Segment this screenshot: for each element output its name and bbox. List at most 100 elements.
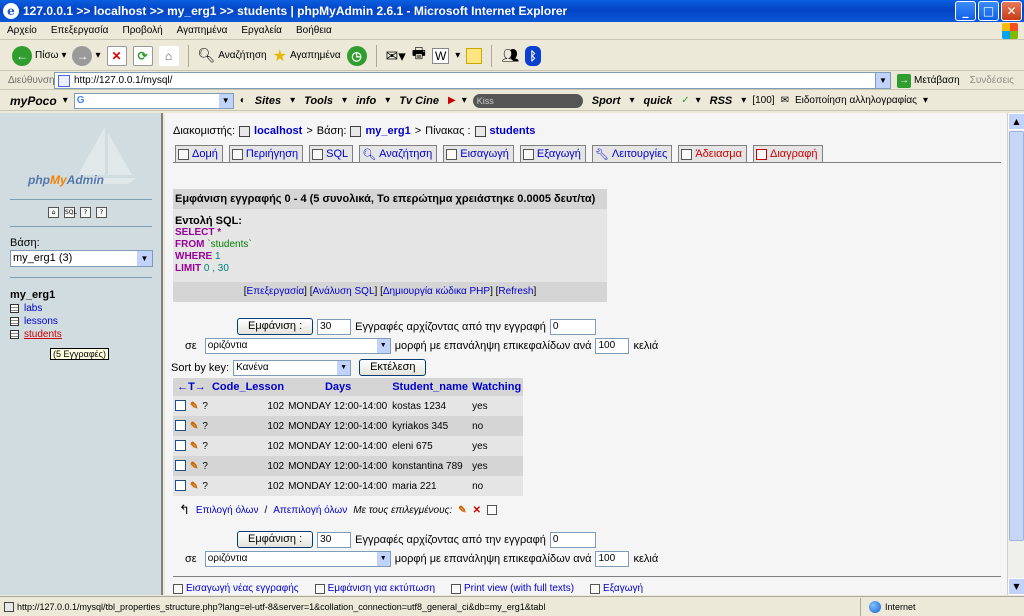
minimize-button[interactable]: _: [955, 1, 976, 21]
search-dropdown-icon[interactable]: ▼: [218, 93, 233, 108]
menu-edit[interactable]: Επεξεργασία: [44, 25, 116, 36]
deselect-all-link[interactable]: Απεπιλογή όλων: [273, 505, 347, 516]
edit-pencil-icon[interactable]: ✎: [190, 401, 198, 412]
favorites-button[interactable]: ★ Αγαπημένα: [273, 46, 341, 66]
menu-file[interactable]: Αρχείο: [0, 25, 44, 36]
export-selected-icon[interactable]: [487, 505, 497, 515]
delete-icon[interactable]: ?: [200, 456, 210, 476]
column-header-student-name[interactable]: Student_name: [390, 378, 471, 396]
history-button[interactable]: ◷: [346, 45, 367, 66]
scroll-down-icon[interactable]: ▼: [1008, 578, 1024, 595]
column-header-code-lesson[interactable]: Code_Lesson: [209, 378, 287, 396]
delete-icon[interactable]: ?: [200, 436, 210, 456]
tab-browse[interactable]: Περιήγηση: [228, 145, 304, 162]
sport-menu[interactable]: Sport: [589, 95, 624, 107]
breadcrumb-table[interactable]: students: [490, 125, 536, 137]
tab-empty[interactable]: Άδειασμα: [678, 145, 748, 162]
edit-pencil-icon[interactable]: ✎: [190, 461, 198, 472]
select-all-link[interactable]: Επιλογή όλων: [196, 505, 259, 516]
create-php-link[interactable]: Δημιουργία κώδικα PHP: [383, 286, 490, 297]
edit-pencil-icon[interactable]: ✎: [190, 421, 198, 432]
google-search-input[interactable]: G ▼: [73, 92, 234, 109]
repeat-headers-input[interactable]: 100: [595, 338, 630, 354]
database-name[interactable]: my_erg1: [10, 289, 55, 301]
menu-help[interactable]: Βοήθεια: [289, 25, 339, 36]
row-checkbox[interactable]: [175, 460, 186, 472]
globe-icon[interactable]: ◐: [240, 95, 246, 106]
row-checkbox[interactable]: [175, 420, 186, 432]
quick-menu[interactable]: quick: [641, 95, 676, 107]
address-input[interactable]: http://127.0.0.1/mysql/ ▼: [54, 72, 891, 89]
vertical-scrollbar[interactable]: ▲ ▼: [1007, 113, 1024, 595]
column-arrows-header[interactable]: ←T→: [173, 378, 210, 396]
scroll-thumb[interactable]: [1009, 131, 1024, 541]
tab-sql[interactable]: SQL: [309, 145, 354, 162]
database-select[interactable]: my_erg1 (3) ▼: [10, 250, 153, 267]
column-header-watching[interactable]: Watching: [470, 378, 524, 396]
repeat-headers-input-bottom[interactable]: 100: [595, 551, 630, 567]
row-checkbox[interactable]: [175, 440, 186, 452]
start-row-input-bottom[interactable]: 0: [549, 531, 596, 548]
radio-player[interactable]: Kiss: [472, 93, 583, 108]
column-header-days[interactable]: Days: [286, 378, 391, 396]
tab-search[interactable]: 🔍︎ Αναζήτηση: [359, 145, 438, 162]
address-dropdown-icon[interactable]: ▼: [875, 73, 890, 88]
tvcine-menu[interactable]: Tv Cine: [396, 95, 442, 107]
row-checkbox[interactable]: [175, 400, 186, 412]
tab-structure[interactable]: Δομή: [175, 145, 223, 162]
mypoco-logo[interactable]: myPoco: [10, 94, 57, 108]
sort-key-select[interactable]: Κανένα ▼: [233, 359, 352, 376]
edit-button[interactable]: W: [431, 47, 450, 64]
row-checkbox[interactable]: [175, 480, 186, 492]
menu-favorites[interactable]: Αγαπημένα: [170, 25, 235, 36]
forward-button[interactable]: → ▾: [72, 45, 101, 66]
maximize-button[interactable]: □: [978, 1, 999, 21]
menu-tools[interactable]: Εργαλεία: [234, 25, 289, 36]
show-button-bottom[interactable]: Εμφάνιση :: [237, 531, 314, 548]
messenger-button[interactable]: 👥︎: [501, 47, 519, 64]
start-row-input[interactable]: 0: [549, 318, 596, 335]
phpmyadmin-logo[interactable]: phpMyAdmin: [28, 173, 104, 187]
rss-menu[interactable]: RSS: [707, 95, 736, 107]
close-button[interactable]: ✕: [1001, 1, 1022, 21]
tab-drop[interactable]: Διαγραφή: [753, 145, 823, 162]
print-view-link[interactable]: Εμφάνιση για εκτύπωση: [314, 583, 435, 594]
breadcrumb-database[interactable]: my_erg1: [365, 125, 410, 137]
breadcrumb-server[interactable]: localhost: [254, 125, 302, 137]
show-button[interactable]: Εμφάνιση :: [237, 318, 314, 335]
refresh-button[interactable]: ⟳: [132, 45, 153, 66]
sql-query-icon[interactable]: SQL: [64, 207, 77, 218]
sites-menu[interactable]: Sites: [252, 95, 284, 107]
sql-docs-icon[interactable]: ?: [96, 207, 107, 218]
edit-pencil-icon[interactable]: ✎: [190, 481, 198, 492]
scroll-up-icon[interactable]: ▲: [1008, 113, 1024, 130]
tools-menu[interactable]: Tools: [301, 95, 336, 107]
sidebar-table-students[interactable]: students: [10, 328, 62, 341]
print-button[interactable]: 🖶︎: [412, 43, 426, 68]
execute-button[interactable]: Εκτέλεση: [359, 359, 427, 376]
home-icon[interactable]: ⌂: [48, 207, 59, 218]
delete-selected-icon[interactable]: ✕: [473, 505, 481, 516]
edit-query-link[interactable]: Επεξεργασία: [247, 286, 305, 297]
tab-insert[interactable]: Εισαγωγή: [443, 145, 514, 162]
edit-pencil-icon[interactable]: ✎: [190, 441, 198, 452]
tab-export[interactable]: Εξαγωγή: [519, 145, 586, 162]
delete-icon[interactable]: ?: [200, 416, 210, 436]
bluetooth-icon[interactable]: ᛒ: [525, 45, 542, 66]
refresh-link[interactable]: Refresh: [498, 286, 533, 297]
rows-input[interactable]: 30: [317, 318, 352, 335]
mail-button[interactable]: ✉▾: [386, 47, 406, 65]
back-button[interactable]: ← Πίσω ▾: [12, 45, 66, 66]
display-mode-select-bottom[interactable]: οριζόντια ▼: [204, 551, 391, 567]
export-link[interactable]: Εξαγωγή: [590, 583, 643, 594]
info-menu[interactable]: info: [353, 95, 379, 107]
delete-icon[interactable]: ?: [200, 396, 210, 416]
sidebar-table-labs[interactable]: labs: [10, 302, 62, 315]
mail-notify-button[interactable]: Ειδοποίηση αλληλογραφίας: [795, 95, 917, 106]
discuss-button[interactable]: [466, 47, 483, 64]
home-button[interactable]: ⌂: [158, 45, 179, 66]
docs-icon[interactable]: ?: [80, 207, 91, 218]
go-button[interactable]: → Μετάβαση: [897, 73, 960, 88]
search-button[interactable]: 🔍︎ Αναζήτηση: [198, 47, 267, 64]
stop-button[interactable]: ✕: [106, 45, 127, 66]
